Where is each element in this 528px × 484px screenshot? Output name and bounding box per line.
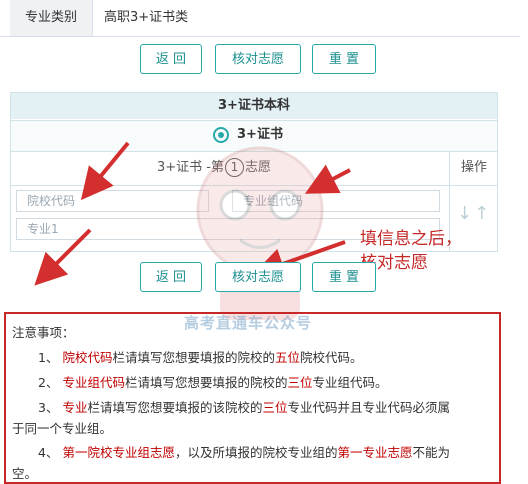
check-choices-button-bottom[interactable]: 核对志愿 — [215, 262, 301, 292]
note-1-highlight-2: 五位 — [274, 350, 300, 365]
note-2-text-1: 栏请填写您想要填报的院校的 — [124, 375, 288, 390]
note-1-text-1: 栏请填写您想要填报的院校的 — [112, 350, 275, 365]
note-item-3: 3、 专业栏请填写您想要填报的该院校的三位专业代码并且专业代码必须属 — [38, 397, 450, 416]
note-4-num: 4、 — [38, 445, 59, 460]
note-2-highlight-2: 三位 — [287, 375, 313, 390]
arrow-to-major — [34, 228, 92, 286]
note-item-4: 4、 第一院校专业组志愿，以及所填报的院校专业组的第一专业志愿不能为 — [38, 442, 450, 461]
annotation-line-1: 填信息之后， — [360, 229, 462, 249]
note-4-highlight-2: 第一专业志愿 — [337, 445, 413, 460]
note-1-num: 1、 — [38, 350, 59, 365]
note-1-text-2: 院校代码。 — [299, 350, 363, 365]
back-button-bottom[interactable]: 返 回 — [140, 262, 202, 292]
reset-button-bottom[interactable]: 重 置 — [312, 262, 376, 292]
note-4-highlight-1: 第一院校专业组志愿 — [62, 445, 175, 460]
note-3-continuation: 于同一个专业组。 — [12, 421, 113, 436]
note-3-text-1: 栏请填写您想要填报的该院校的 — [87, 400, 263, 415]
arrow-to-group-code — [304, 164, 351, 194]
note-2-highlight-1: 专业组代码 — [62, 375, 125, 390]
note-2-num: 2、 — [38, 375, 59, 390]
note-1-highlight-1: 院校代码 — [62, 350, 113, 365]
note-3-highlight-1: 专业 — [62, 400, 88, 415]
note-4-continuation: 空。 — [12, 466, 38, 481]
arrow-to-school-code — [80, 141, 130, 201]
note-3-highlight-2: 三位 — [262, 400, 288, 415]
note-item-2: 2、 专业组代码栏请填写您想要填报的院校的三位专业组代码。 — [38, 372, 388, 391]
note-3-text-2: 专业代码并且专业代码必须属 — [287, 400, 450, 415]
note-4-text-2: 不能为 — [412, 445, 450, 460]
note-2-text-2: 专业组代码。 — [312, 375, 388, 390]
note-3-num: 3、 — [38, 400, 59, 415]
note-4-text-1: ，以及所填报的院校专业组的 — [174, 445, 338, 460]
note-item-1: 1、 院校代码栏请填写您想要填报的院校的五位院校代码。 — [38, 347, 363, 366]
notes-title: 注意事项： — [12, 325, 75, 340]
